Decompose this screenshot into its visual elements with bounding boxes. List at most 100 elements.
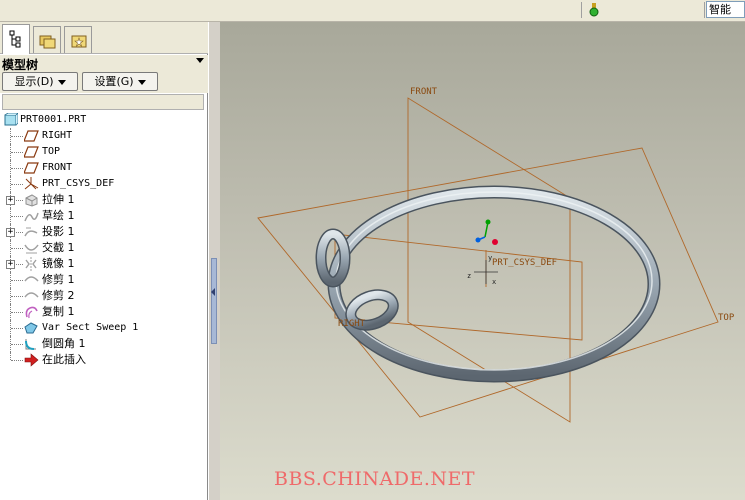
tab-folder-browser[interactable] [33, 26, 61, 53]
tree-connector [11, 248, 23, 249]
tree-item-label: PRT_CSYS_DEF [42, 178, 115, 189]
show-button-label: 显示 [14, 75, 37, 88]
trim-icon [24, 273, 39, 287]
settings-menu-button[interactable]: 设置(G) [82, 72, 158, 91]
watermark-text: BBS.CHINADE.NET [274, 468, 476, 490]
tree-item[interactable]: 倒圆角 1 [0, 336, 206, 352]
trim-icon [24, 289, 39, 303]
tree-item[interactable]: 在此插入 [0, 352, 206, 368]
tree-connector [10, 352, 11, 360]
coordinate-system[interactable]: z x y [467, 219, 498, 287]
show-button-hotkey: (D) [36, 75, 54, 88]
panel-splitter[interactable] [208, 22, 220, 500]
csys-label: PRT_CSYS_DEF [492, 258, 557, 268]
svg-text:x: x [492, 278, 496, 286]
tree-item[interactable]: + 拉伸 1 [0, 192, 206, 208]
tree-item[interactable]: 修剪 1 [0, 272, 206, 288]
tab-favorites[interactable] [64, 26, 92, 53]
settings-button-label: 设置 [94, 75, 117, 88]
collapse-left-arrow-icon[interactable] [211, 288, 215, 296]
sketch-icon [24, 209, 39, 223]
show-menu-button[interactable]: 显示(D) [2, 72, 78, 91]
tree-connector [11, 152, 23, 153]
selection-filter-select[interactable]: 智能 [706, 1, 745, 18]
model-tree: PRT0001.PRT RIGHT TOP FRONT PRT_CSYS_DEF + 拉伸 … [0, 112, 206, 368]
tree-item-label: 在此插入 [42, 353, 86, 366]
tree-item[interactable]: PRT_CSYS_DEF [0, 176, 206, 192]
expand-plus-icon[interactable]: + [6, 260, 15, 269]
tree-item[interactable]: Var Sect Sweep 1 [0, 320, 206, 336]
extrude-icon [24, 193, 39, 207]
right-plane-label: RIGHT [338, 319, 366, 329]
tree-connector [11, 280, 23, 281]
tree-connector [11, 312, 23, 313]
part-icon [4, 112, 19, 127]
tree-item-label: 投影 1 [42, 225, 75, 238]
tree-connector [11, 216, 23, 217]
copy-icon [24, 305, 39, 319]
insert-arrow-icon [24, 353, 39, 367]
tree-item[interactable]: 草绘 1 [0, 208, 206, 224]
tree-item[interactable]: PRT0001.PRT [0, 112, 206, 128]
tree-connector [11, 360, 23, 361]
sweep-icon [24, 321, 39, 335]
svg-text:z: z [467, 272, 471, 280]
round-icon [24, 337, 39, 351]
tree-column-header[interactable] [2, 94, 204, 110]
tree-connector [11, 328, 23, 329]
model-tree-icon [9, 30, 21, 48]
front-plane-label: FRONT [410, 87, 438, 97]
tree-connector [11, 136, 23, 137]
tree-item-label: 倒圆角 1 [42, 337, 86, 350]
project-icon [24, 225, 39, 239]
chevron-down-icon [57, 79, 66, 85]
tree-connector [11, 184, 23, 185]
tab-model-tree[interactable] [2, 24, 30, 54]
tree-item-label: 镜像 1 [42, 257, 75, 270]
model-tree-toolbar: 显示(D) 设置(G) [0, 71, 208, 93]
status-light-icon [589, 3, 599, 17]
graphics-viewport[interactable]: z x y FRONT RIGHT TOP PRT_CSYS_DEF BBS.C… [220, 22, 745, 500]
tree-item-label: 复制 1 [42, 305, 75, 318]
expand-plus-icon[interactable]: + [6, 228, 15, 237]
panel-menu-arrow-icon[interactable] [196, 58, 204, 63]
tree-item-label: 拉伸 1 [42, 193, 75, 206]
favorites-folder-icon [71, 35, 87, 48]
chevron-down-icon [137, 79, 146, 85]
expand-plus-icon[interactable]: + [6, 196, 15, 205]
datum-plane-icon [23, 161, 39, 175]
navigator-tabs [0, 22, 208, 54]
tree-item-label: PRT0001.PRT [20, 114, 87, 125]
datum-plane-icon [23, 129, 39, 143]
status-separator [704, 2, 705, 18]
settings-button-hotkey: (G) [116, 75, 134, 88]
tree-item[interactable]: + 镜像 1 [0, 256, 206, 272]
top-plane-label: TOP [718, 313, 735, 323]
tree-item[interactable]: RIGHT [0, 128, 206, 144]
tree-item-label: 交截 1 [42, 241, 75, 254]
tree-item-label: RIGHT [42, 130, 73, 141]
tree-connector [11, 296, 23, 297]
tree-item[interactable]: 交截 1 [0, 240, 206, 256]
csys-icon [24, 177, 39, 191]
navigator-panel: 模型树 显示(D) 设置(G) PRT0001.PRT RIGHT TOP FRONT… [0, 22, 208, 500]
splitter-grip[interactable] [211, 258, 217, 344]
tree-connector [11, 168, 23, 169]
tree-item[interactable]: 修剪 2 [0, 288, 206, 304]
tree-item-label: 草绘 1 [42, 209, 75, 222]
model-tree-header: 模型树 [0, 55, 208, 72]
tree-item-label: Var Sect Sweep 1 [42, 322, 139, 333]
status-separator [581, 2, 582, 18]
tree-item-label: 修剪 1 [42, 273, 75, 286]
tree-item-label: 修剪 2 [42, 289, 75, 302]
tree-item[interactable]: + 投影 1 [0, 224, 206, 240]
tree-item[interactable]: 复制 1 [0, 304, 206, 320]
status-bar: 智能 [0, 0, 745, 22]
tree-item[interactable]: TOP [0, 144, 206, 160]
3d-scene[interactable]: z x y FRONT RIGHT TOP PRT_CSYS_DEF [220, 22, 745, 500]
tree-item-label: TOP [42, 146, 61, 157]
mirror-icon [24, 257, 39, 271]
folder-browser-icon [39, 35, 56, 49]
tree-item-label: FRONT [42, 162, 73, 173]
tree-item[interactable]: FRONT [0, 160, 206, 176]
